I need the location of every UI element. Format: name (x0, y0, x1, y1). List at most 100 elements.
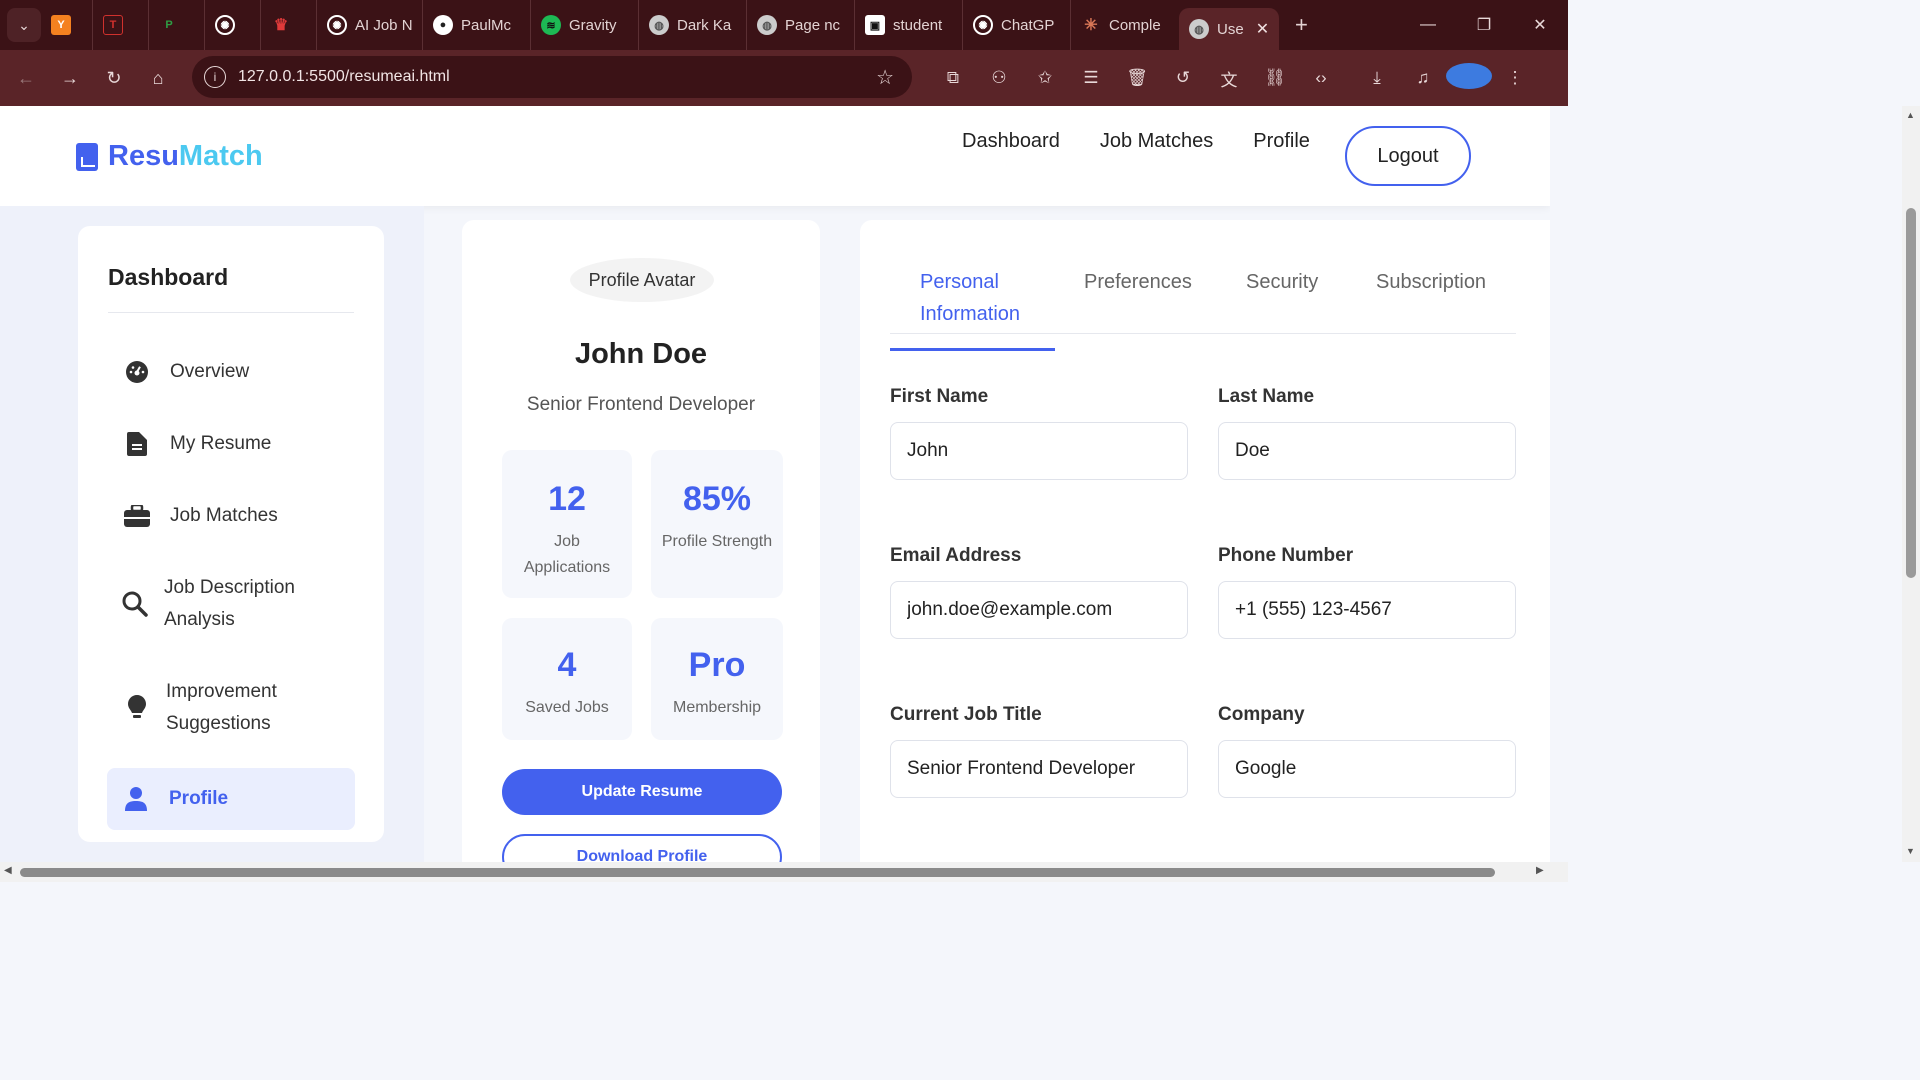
brand-name-part2: Match (178, 140, 263, 172)
browser-tab[interactable]: ▣ student (855, 0, 963, 50)
close-tab-icon[interactable]: ✕ (1256, 19, 1269, 39)
minimize-icon[interactable]: — (1400, 16, 1456, 34)
browser-toolbar: ← → ↻ ⌂ i 127.0.0.1:5500/resumeai.html ☆… (0, 50, 1568, 106)
globe-icon: ◍ (757, 15, 777, 35)
window-controls: — ❐ ✕ (1400, 0, 1568, 50)
home-icon[interactable]: ⌂ (136, 68, 180, 89)
browser-tab[interactable]: ◍ Dark Ka (639, 0, 747, 50)
restore-icon[interactable]: ❐ (1456, 15, 1512, 35)
profile-icon[interactable] (1446, 62, 1492, 94)
reading-list-icon[interactable]: ☰ (1068, 68, 1114, 88)
profile-name: John Doe (574, 338, 708, 370)
browser-tab[interactable]: ● PaulMc (423, 0, 531, 50)
media-icon[interactable]: ♫ (1400, 68, 1446, 88)
close-window-icon[interactable]: ✕ (1512, 15, 1568, 35)
nav-job-matches[interactable]: Job Matches (1100, 130, 1213, 153)
trash-icon[interactable]: 🗑 (1114, 68, 1160, 88)
forward-icon[interactable]: → (48, 68, 92, 89)
link-icon[interactable]: ⛓ (1252, 68, 1298, 88)
tab-security[interactable]: Security (1246, 266, 1318, 298)
history-icon[interactable]: ↺ (1160, 68, 1206, 88)
file-icon (124, 431, 150, 457)
browser-tab[interactable]: ✺ AI Job N (317, 0, 423, 50)
job-title-field[interactable] (890, 740, 1188, 798)
phone-field[interactable] (1218, 581, 1516, 639)
nav-dashboard[interactable]: Dashboard (962, 130, 1060, 153)
tab-preferences[interactable]: Preferences (1084, 266, 1192, 298)
sidebar-item-job-matches[interactable]: Job Matches (108, 500, 354, 532)
settings-card: Personal Information Preferences Securit… (860, 220, 1550, 862)
tab-label: student (893, 16, 943, 34)
browser-tab[interactable]: Y (41, 0, 93, 50)
tab-label: Comple (1109, 16, 1161, 34)
sidebar-item-overview[interactable]: Overview (108, 356, 354, 388)
tab-subscription[interactable]: Subscription (1376, 266, 1486, 298)
sidebar-item-label: Profile (169, 788, 229, 809)
download-icon[interactable]: ⤓ (1354, 68, 1400, 88)
profile-title: Senior Frontend Developer (526, 394, 756, 415)
translate-icon[interactable]: 文 (1206, 66, 1252, 91)
email-field[interactable] (890, 581, 1188, 639)
gauge-icon (124, 359, 150, 385)
profile-card: Profile Avatar John Doe Senior Frontend … (462, 220, 820, 862)
vertical-scrollbar[interactable]: ▲ ▼ (1902, 106, 1920, 862)
logout-button[interactable]: Logout (1345, 126, 1471, 186)
vertical-scroll-thumb[interactable] (1906, 208, 1916, 578)
scroll-left-icon[interactable]: ◀ (4, 865, 12, 876)
browser-tab[interactable]: ✺ ChatGP (963, 0, 1071, 50)
site-info-icon[interactable]: i (204, 66, 226, 88)
browser-tab-active[interactable]: ◍ Use ✕ (1179, 8, 1279, 50)
browser-tab[interactable]: T (93, 0, 149, 50)
first-name-field[interactable] (890, 422, 1188, 480)
browser-tab[interactable]: ✺ (205, 0, 261, 50)
email-label: Email Address (890, 545, 1022, 566)
menu-icon[interactable]: ⋮ (1492, 68, 1538, 88)
active-tab-indicator (890, 348, 1055, 351)
incognito-icon[interactable]: ⚇ (976, 68, 1022, 88)
horizontal-scrollbar[interactable]: ◀ ▶ (0, 862, 1568, 882)
back-icon[interactable]: ← (4, 68, 48, 89)
url-text[interactable]: 127.0.0.1:5500/resumeai.html (238, 68, 450, 86)
openai-icon: ✺ (973, 15, 993, 35)
job-title-label: Current Job Title (890, 704, 1042, 725)
favorites-icon[interactable]: ✩ (1022, 68, 1068, 88)
sidebar-item-my-resume[interactable]: My Resume (108, 428, 354, 460)
download-profile-button[interactable]: Download Profile (502, 834, 782, 862)
sidebar-item-label: My Resume (170, 433, 272, 454)
browser-tab[interactable]: ≋ Gravity (531, 0, 639, 50)
address-bar[interactable]: i 127.0.0.1:5500/resumeai.html ☆ (192, 56, 912, 98)
reload-icon[interactable]: ↻ (92, 68, 136, 89)
browser-tab[interactable]: P (149, 0, 205, 50)
horizontal-scroll-thumb[interactable] (20, 868, 1495, 877)
update-resume-button[interactable]: Update Resume (502, 769, 782, 815)
tab-label: Use (1217, 20, 1244, 38)
sidebar-item-improvement-suggestions[interactable]: Improvement Suggestions (108, 676, 354, 740)
company-field[interactable] (1218, 740, 1516, 798)
tab-personal-information[interactable]: Personal Information (920, 266, 1040, 330)
scroll-down-icon[interactable]: ▼ (1906, 846, 1915, 856)
company-label: Company (1218, 704, 1305, 725)
browser-tab[interactable]: ♛ (261, 0, 317, 50)
bookmark-star-icon[interactable]: ☆ (876, 65, 894, 90)
brand-logo[interactable]: Resu Match (76, 140, 263, 173)
extensions-icon[interactable]: ⧉ (930, 68, 976, 88)
openai-icon: ✺ (215, 15, 235, 35)
sidebar-title: Dashboard (108, 264, 229, 290)
openai-icon: ✺ (327, 15, 347, 35)
last-name-field[interactable] (1218, 422, 1516, 480)
tab-label: Page nc (785, 16, 841, 34)
nav-profile[interactable]: Profile (1253, 130, 1310, 153)
new-tab-icon[interactable]: + (1295, 12, 1308, 38)
browser-tab[interactable]: ✳ Comple (1071, 0, 1179, 50)
tab-label: Dark Ka (677, 16, 732, 34)
tab-search-button[interactable]: ⌄ (7, 8, 41, 42)
crown-icon: ♛ (273, 17, 289, 34)
sidebar-item-job-description-analysis[interactable]: Job Description Analysis (108, 572, 354, 636)
browser-tab[interactable]: ◍ Page nc (747, 0, 855, 50)
sidebar-item-label: Job Description Analysis (164, 577, 295, 630)
sidebar-item-profile[interactable]: Profile (107, 768, 355, 830)
scroll-up-icon[interactable]: ▲ (1906, 110, 1915, 120)
scroll-right-icon[interactable]: ▶ (1536, 865, 1544, 876)
stat-saved-jobs: 4 Saved Jobs (502, 618, 632, 740)
code-icon[interactable]: ‹› (1298, 68, 1344, 88)
